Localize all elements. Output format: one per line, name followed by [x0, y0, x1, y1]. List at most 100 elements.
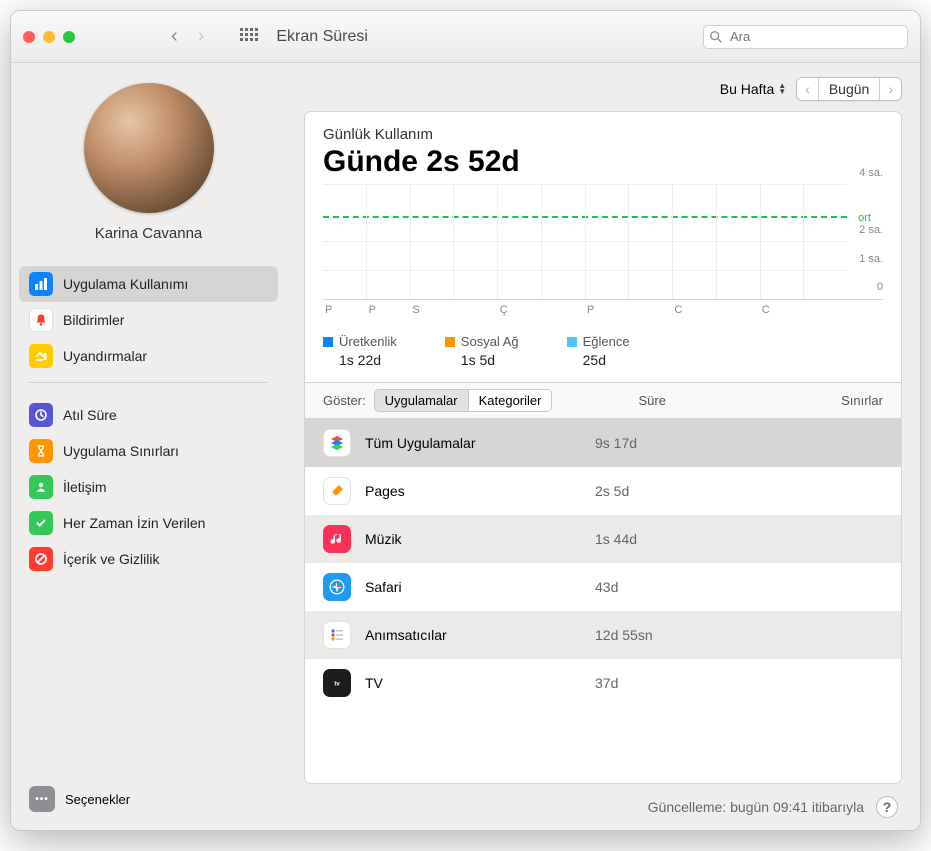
- show-label: Göster:: [323, 393, 366, 408]
- sidebar-item-notifications[interactable]: Bildirimler: [19, 302, 278, 338]
- app-name: TV: [365, 675, 595, 691]
- svg-text:tv: tv: [334, 682, 340, 688]
- app-time: 43d: [595, 579, 618, 595]
- chart-area: ort 4 sa. 2 sa. 1 sa. 0 PPSÇPCC: [305, 185, 901, 326]
- forward-button[interactable]: ›: [198, 25, 205, 48]
- close-button[interactable]: [23, 31, 35, 43]
- sidebar-list-1: Uygulama Kullanımı Bildirimler Uyandırma…: [19, 266, 278, 374]
- x-tick: C: [672, 300, 716, 316]
- sidebar-item-downtime[interactable]: Atıl Süre: [19, 397, 278, 433]
- app-name: Müzik: [365, 531, 595, 547]
- table-header: Göster: Uygulamalar Kategoriler Süre Sın…: [305, 382, 901, 419]
- day-stepper: ‹ Bugün ›: [796, 77, 902, 101]
- nosign-icon: [29, 547, 53, 571]
- col-limits: Sınırlar: [841, 393, 883, 408]
- x-tick: Ç: [498, 300, 542, 316]
- x-tick: P: [367, 300, 411, 316]
- sidebar-item-content-privacy[interactable]: İçerik ve Gizlilik: [19, 541, 278, 577]
- sidebar-item-pickups[interactable]: Uyandırmalar: [19, 338, 278, 374]
- swatch-icon: [323, 337, 333, 347]
- app-row[interactable]: Safari43d: [305, 563, 901, 611]
- app-row[interactable]: Pages2s 5d: [305, 467, 901, 515]
- swatch-icon: [567, 337, 577, 347]
- x-tick: C: [760, 300, 804, 316]
- check-icon: [29, 511, 53, 535]
- show-apps-button[interactable]: Uygulamalar: [375, 390, 468, 411]
- x-tick: [803, 300, 847, 316]
- app-row[interactable]: Tüm Uygulamalar9s 17d: [305, 419, 901, 467]
- app-list: Tüm Uygulamalar9s 17dPages2s 5dMüzik1s 4…: [305, 419, 901, 783]
- bell-icon: [29, 308, 53, 332]
- week-selector[interactable]: Bu Hafta ▲▼: [720, 81, 786, 97]
- sidebar-label: İçerik ve Gizlilik: [63, 551, 159, 567]
- avatar[interactable]: [84, 83, 214, 213]
- app-time: 2s 5d: [595, 483, 629, 499]
- sidebar-label: Bildirimler: [63, 312, 124, 328]
- options-label: Seçenekler: [65, 792, 130, 807]
- legend-social: Sosyal Ağ 1s 5d: [445, 334, 519, 368]
- app-row[interactable]: tvTV37d: [305, 659, 901, 707]
- app-name: Safari: [365, 579, 595, 595]
- update-text: Güncelleme: bugün 09:41 itibarıyla: [648, 799, 864, 815]
- y-tick-1: 1 sa.: [859, 253, 883, 265]
- back-button[interactable]: ‹: [171, 25, 178, 48]
- sidebar-item-always-allowed[interactable]: Her Zaman İzin Verilen: [19, 505, 278, 541]
- legend-value: 1s 22d: [323, 352, 397, 368]
- chart-bar: [541, 185, 585, 299]
- legend-entertainment: Eğlence 25d: [567, 334, 630, 368]
- sidebar-divider: [29, 382, 268, 383]
- app-row[interactable]: Müzik1s 44d: [305, 515, 901, 563]
- app-row[interactable]: Anımsatıcılar12d 55sn: [305, 611, 901, 659]
- zoom-button[interactable]: [63, 31, 75, 43]
- app-icon: [323, 525, 351, 553]
- search-input[interactable]: [703, 25, 908, 49]
- app-icon: [323, 621, 351, 649]
- x-tick: P: [585, 300, 629, 316]
- help-button[interactable]: ?: [876, 796, 898, 818]
- y-tick-2: 2 sa.: [859, 224, 883, 236]
- window-controls: [23, 31, 75, 43]
- prev-day-button[interactable]: ‹: [797, 78, 818, 100]
- usage-subtitle: Günlük Kullanım: [323, 126, 883, 143]
- nav-arrows: ‹ ›: [171, 25, 204, 48]
- app-name: Anımsatıcılar: [365, 627, 595, 643]
- hourglass-icon: [29, 439, 53, 463]
- app-time: 9s 17d: [595, 435, 637, 451]
- chart-bar: [366, 185, 410, 299]
- sidebar-label: Uyandırmalar: [63, 348, 147, 364]
- titlebar: ‹ › Ekran Süresi: [11, 11, 920, 63]
- sidebar-item-options[interactable]: ••• Seçenekler: [19, 780, 278, 818]
- chart-bar: [672, 185, 716, 299]
- sidebar-item-app-limits[interactable]: Uygulama Sınırları: [19, 433, 278, 469]
- search-wrap: [703, 25, 908, 49]
- chart-bar: [803, 185, 847, 299]
- chevron-updown-icon: ▲▼: [778, 83, 786, 95]
- app-name: Pages: [365, 483, 595, 499]
- window-title: Ekran Süresi: [276, 28, 368, 46]
- user-block: Karina Cavanna: [19, 83, 278, 242]
- avg-label: ort: [858, 212, 871, 224]
- col-time: Süre: [638, 393, 665, 408]
- chart-icon: [29, 272, 53, 296]
- today-button[interactable]: Bugün: [818, 78, 879, 100]
- sidebar-label: Uygulama Sınırları: [63, 443, 179, 459]
- sidebar-label: Uygulama Kullanımı: [63, 276, 188, 292]
- sidebar-label: Atıl Süre: [63, 407, 117, 423]
- sidebar-label: Her Zaman İzin Verilen: [63, 515, 205, 531]
- main-panel: Bu Hafta ▲▼ ‹ Bugün › Günlük Kullanım Gü…: [286, 63, 920, 830]
- legend-productivity: Üretkenlik 1s 22d: [323, 334, 397, 368]
- next-day-button[interactable]: ›: [879, 78, 901, 100]
- show-all-prefs-button[interactable]: [240, 28, 258, 46]
- legend-value: 25d: [567, 352, 630, 368]
- app-time: 12d 55sn: [595, 627, 653, 643]
- app-time: 1s 44d: [595, 531, 637, 547]
- preferences-window: ‹ › Ekran Süresi Karina Cavanna: [10, 10, 921, 831]
- app-name: Tüm Uygulamalar: [365, 435, 595, 451]
- top-controls: Bu Hafta ▲▼ ‹ Bugün ›: [304, 77, 902, 101]
- minimize-button[interactable]: [43, 31, 55, 43]
- sidebar-item-app-usage[interactable]: Uygulama Kullanımı: [19, 266, 278, 302]
- sidebar-item-communication[interactable]: İletişim: [19, 469, 278, 505]
- show-categories-button[interactable]: Kategoriler: [468, 390, 552, 411]
- show-toggle: Uygulamalar Kategoriler: [374, 389, 553, 412]
- clock-icon: [29, 403, 53, 427]
